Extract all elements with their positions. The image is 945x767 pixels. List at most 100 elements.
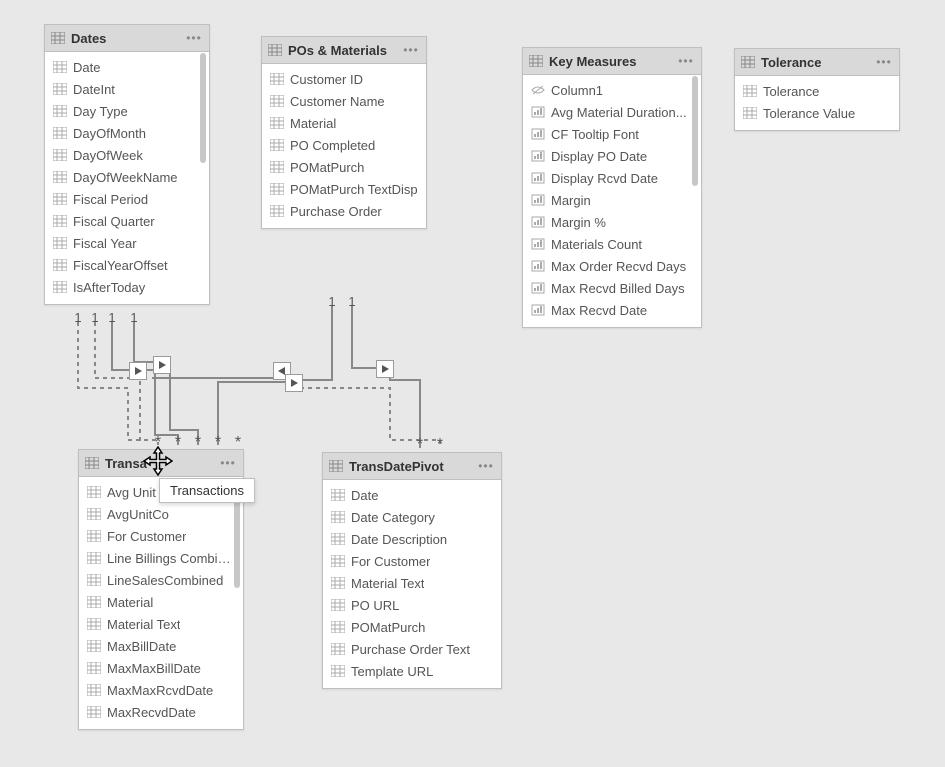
field-label: POMatPurch	[351, 620, 425, 635]
field-label: Day Type	[73, 104, 128, 119]
field-row[interactable]: Max Recvd Date	[523, 299, 701, 321]
field-row[interactable]: CF Tooltip Font	[523, 123, 701, 145]
field-row[interactable]: Material	[262, 112, 426, 134]
table-menu-icon[interactable]: •••	[677, 54, 695, 68]
field-row[interactable]: Display PO Date	[523, 145, 701, 167]
field-row[interactable]: Purchase Order Text	[323, 638, 501, 660]
measure-icon	[531, 238, 545, 250]
column-icon	[87, 574, 101, 586]
field-row[interactable]: MaxMaxRcvdDate	[79, 679, 243, 701]
table-icon	[529, 55, 543, 67]
field-row[interactable]: For Customer	[79, 525, 243, 547]
field-row[interactable]: DayOfMonth	[45, 122, 209, 144]
table-menu-icon[interactable]: •••	[477, 459, 495, 473]
field-row[interactable]: Max Order Recvd Days	[523, 255, 701, 277]
scrollbar[interactable]	[200, 53, 206, 163]
table-header[interactable]: Dates •••	[45, 25, 209, 52]
field-row[interactable]: Purchase Order	[262, 200, 426, 222]
field-row[interactable]: POMatPurch	[262, 156, 426, 178]
cardinality-one: 1	[106, 310, 118, 325]
table-pos-materials[interactable]: POs & Materials ••• Customer IDCustomer …	[261, 36, 427, 229]
field-row[interactable]: Material Text	[79, 613, 243, 635]
column-icon	[87, 662, 101, 674]
table-title: TransDatePivot	[349, 459, 471, 474]
table-header[interactable]: Key Measures •••	[523, 48, 701, 75]
table-key-measures[interactable]: Key Measures ••• Column1Avg Material Dur…	[522, 47, 702, 328]
field-row[interactable]: DateInt	[45, 78, 209, 100]
table-header[interactable]: POs & Materials •••	[262, 37, 426, 64]
field-label: Line Billings Combined	[107, 551, 235, 566]
model-canvas[interactable]: 1 1 1 1 1 1 * * * * * * * Dates ••• Date…	[0, 0, 945, 767]
column-icon	[331, 533, 345, 545]
field-row[interactable]: Material Text	[323, 572, 501, 594]
table-transdatepivot[interactable]: TransDatePivot ••• DateDate CategoryDate…	[322, 452, 502, 689]
field-row[interactable]: PO Completed	[262, 134, 426, 156]
field-label: POMatPurch	[290, 160, 364, 175]
table-tolerance[interactable]: Tolerance ••• ToleranceTolerance Value	[734, 48, 900, 131]
field-label: Material	[107, 595, 153, 610]
field-label: For Customer	[351, 554, 430, 569]
field-row[interactable]: POMatPurch TextDisp	[262, 178, 426, 200]
field-row[interactable]: Fiscal Quarter	[45, 210, 209, 232]
field-row[interactable]: Display Rcvd Date	[523, 167, 701, 189]
field-row[interactable]: IsAfterToday	[45, 276, 209, 298]
table-menu-icon[interactable]: •••	[402, 43, 420, 57]
relationship-direction-icon	[153, 356, 171, 374]
field-row[interactable]: PO URL	[323, 594, 501, 616]
table-header[interactable]: TransDatePivot •••	[323, 453, 501, 480]
field-row[interactable]: Material	[79, 591, 243, 613]
table-icon	[268, 44, 282, 56]
field-row[interactable]: MaxBillDate	[79, 635, 243, 657]
field-label: PO URL	[351, 598, 399, 613]
table-icon	[85, 457, 99, 469]
field-row[interactable]: DayOfWeekName	[45, 166, 209, 188]
column-icon	[270, 117, 284, 129]
field-row[interactable]: Line Billings Combined	[79, 547, 243, 569]
field-row[interactable]: Date Description	[323, 528, 501, 550]
field-label: Material Text	[351, 576, 424, 591]
field-row[interactable]: Template URL	[323, 660, 501, 682]
measure-icon	[531, 216, 545, 228]
field-row[interactable]: Margin	[523, 189, 701, 211]
field-label: Template URL	[351, 664, 433, 679]
column-icon	[270, 139, 284, 151]
field-row[interactable]: Avg Material Duration...	[523, 101, 701, 123]
field-row[interactable]: Max Recvd Billed Days	[523, 277, 701, 299]
field-row[interactable]: Materials Count	[523, 233, 701, 255]
field-row[interactable]: Margin %	[523, 211, 701, 233]
table-icon	[329, 460, 343, 472]
table-dates[interactable]: Dates ••• DateDateIntDay TypeDayOfMonthD…	[44, 24, 210, 305]
table-header[interactable]: Tolerance •••	[735, 49, 899, 76]
measure-icon	[531, 106, 545, 118]
field-row[interactable]: Tolerance Value	[735, 102, 899, 124]
measure-icon	[531, 150, 545, 162]
scrollbar[interactable]	[692, 76, 698, 186]
field-row[interactable]: POMatPurch	[323, 616, 501, 638]
field-label: AvgUnitCo	[107, 507, 169, 522]
field-label: FiscalYearOffset	[73, 258, 168, 273]
field-row[interactable]: Fiscal Year	[45, 232, 209, 254]
field-row[interactable]: Customer Name	[262, 90, 426, 112]
field-row[interactable]: MaxRecvdDate	[79, 701, 243, 723]
field-row[interactable]: Date Category	[323, 506, 501, 528]
field-row[interactable]: Tolerance	[735, 80, 899, 102]
table-menu-icon[interactable]: •••	[219, 456, 237, 470]
table-menu-icon[interactable]: •••	[185, 31, 203, 45]
field-row[interactable]: Date	[323, 484, 501, 506]
cardinality-one: 1	[326, 294, 338, 309]
field-row[interactable]: AvgUnitCo	[79, 503, 243, 525]
table-header[interactable]: Transa •••	[79, 450, 243, 477]
field-row[interactable]: Fiscal Period	[45, 188, 209, 210]
field-row[interactable]: FiscalYearOffset	[45, 254, 209, 276]
field-row[interactable]: Customer ID	[262, 68, 426, 90]
field-row[interactable]: Day Type	[45, 100, 209, 122]
field-row[interactable]: LineSalesCombined	[79, 569, 243, 591]
field-row[interactable]: DayOfWeek	[45, 144, 209, 166]
field-row[interactable]: Column1	[523, 79, 701, 101]
cardinality-one: 1	[72, 310, 84, 325]
field-row[interactable]: For Customer	[323, 550, 501, 572]
table-menu-icon[interactable]: •••	[875, 55, 893, 69]
field-row[interactable]: MaxMaxBillDate	[79, 657, 243, 679]
field-row[interactable]: Date	[45, 56, 209, 78]
field-label: Display Rcvd Date	[551, 171, 658, 186]
